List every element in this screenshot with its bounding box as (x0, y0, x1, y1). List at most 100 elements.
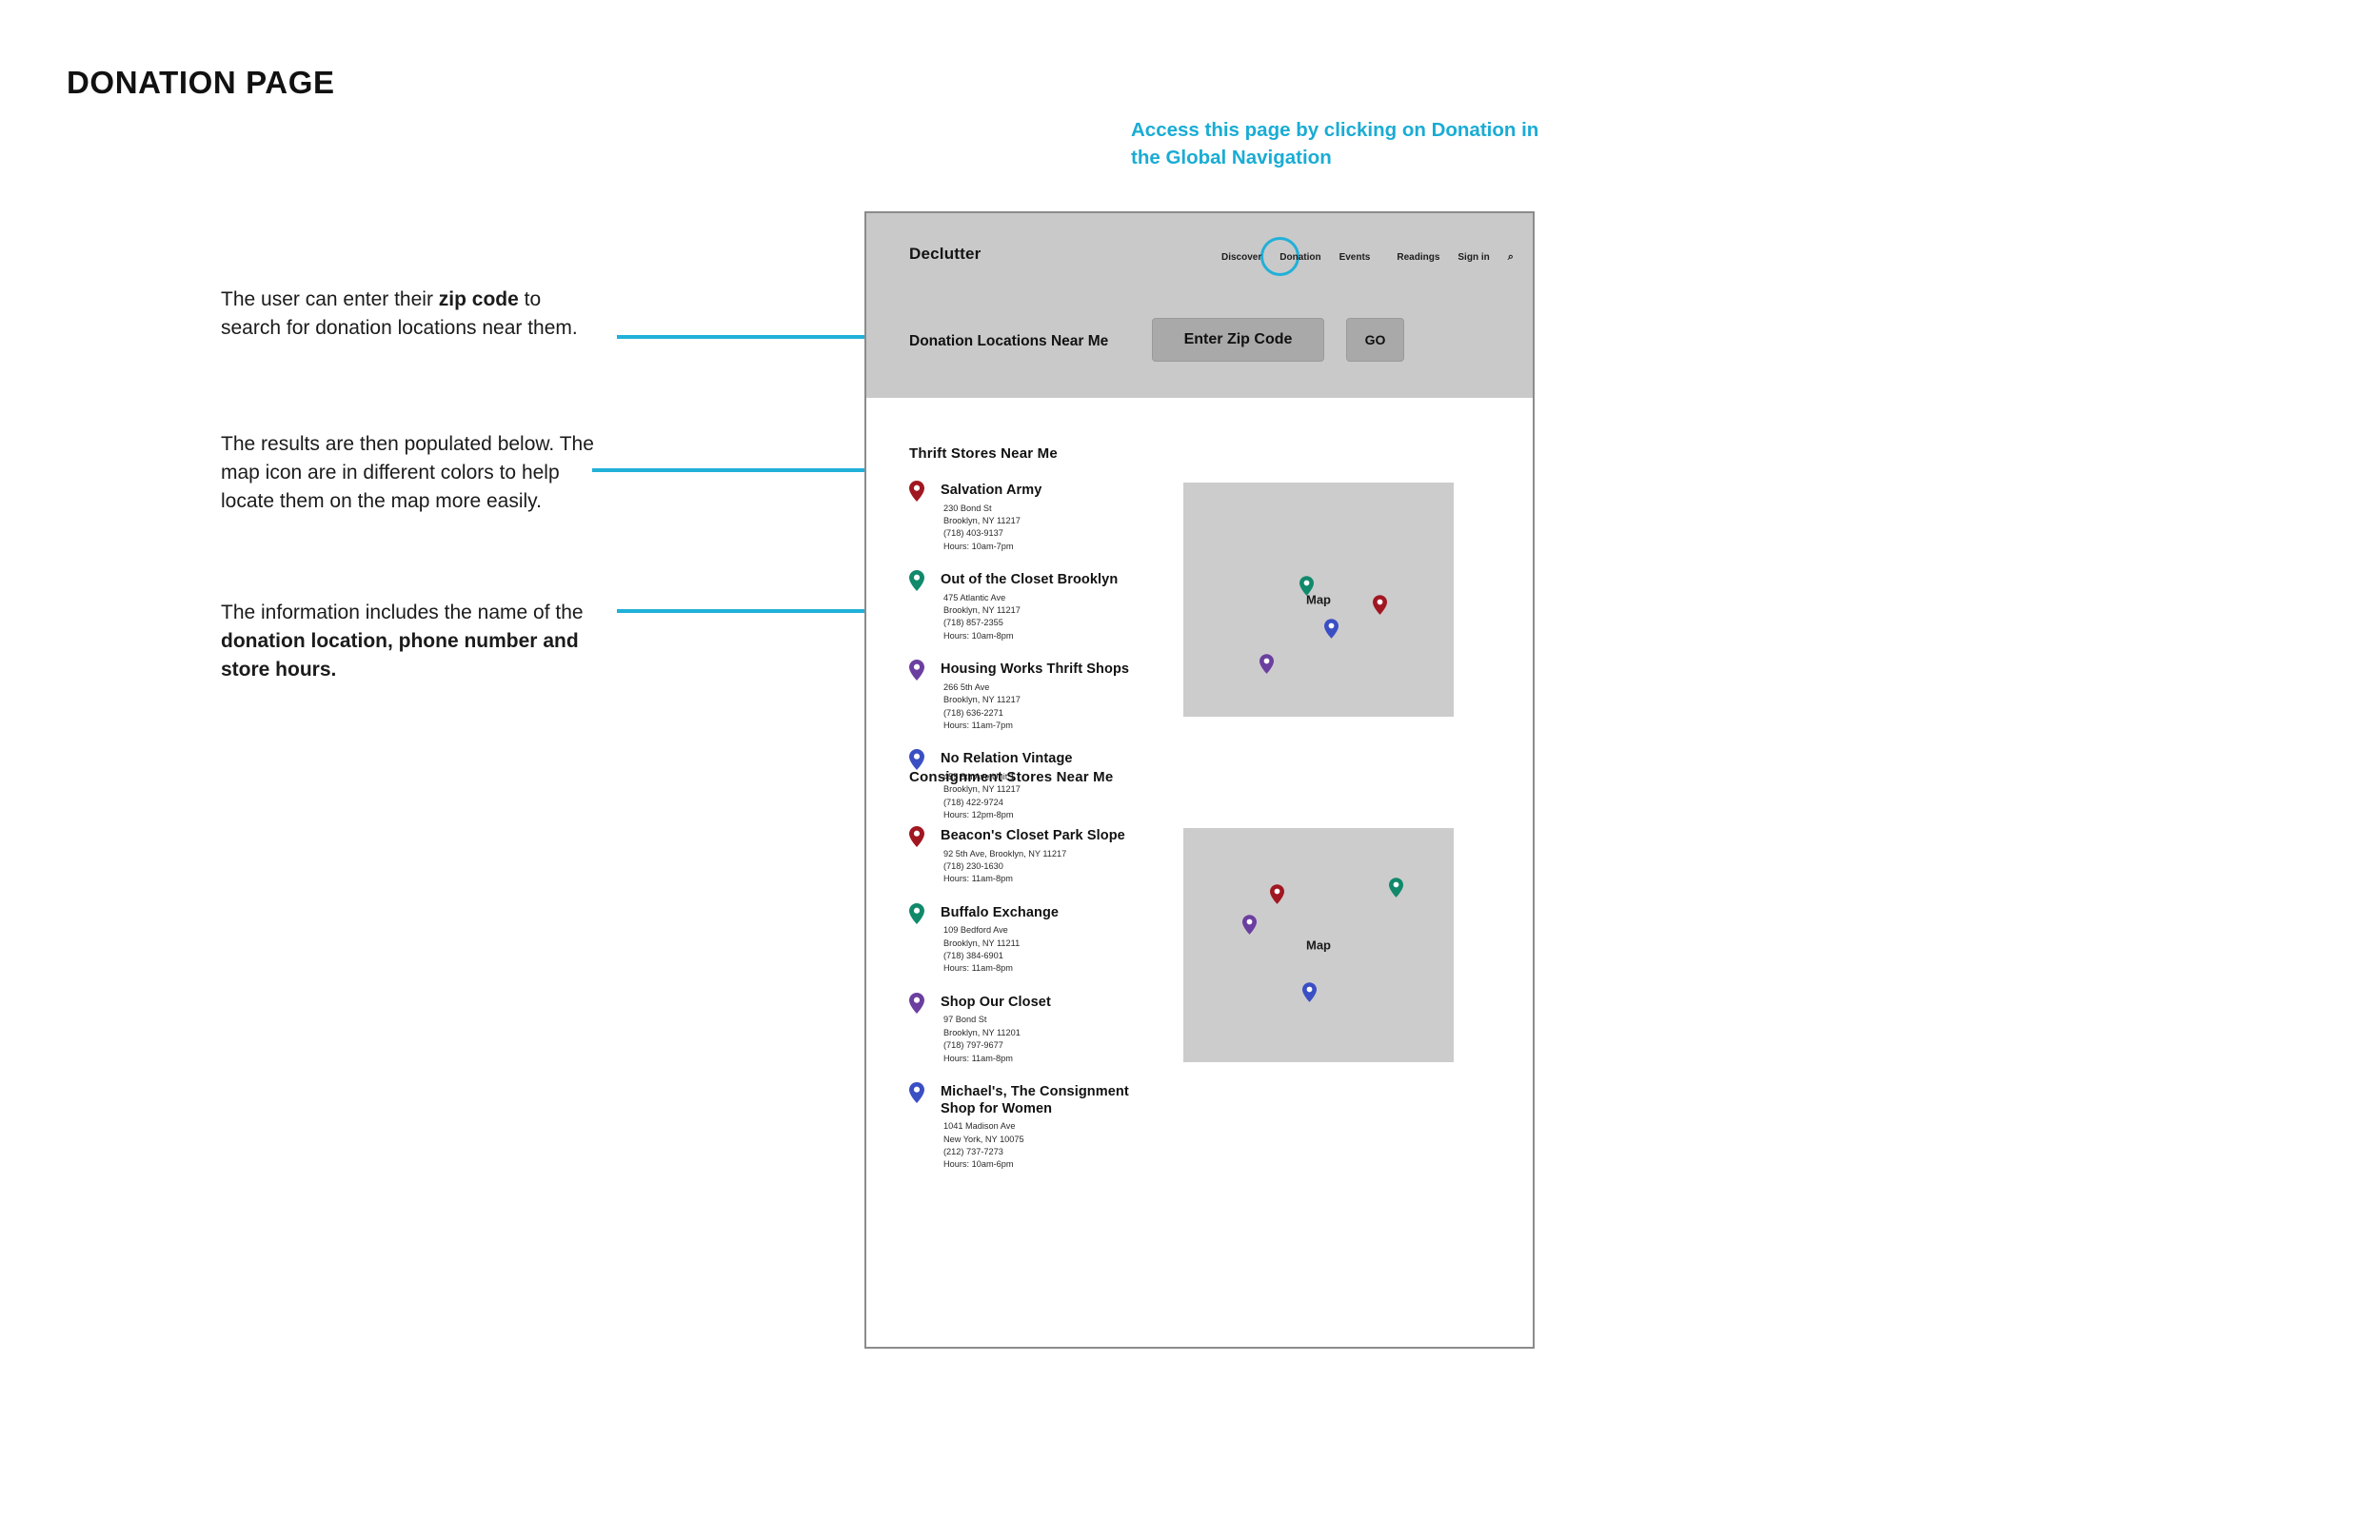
section-thrift-stores: Thrift Stores Near Me Salvation Army 230 … (909, 445, 1518, 819)
map-pin-icon (909, 826, 924, 847)
store-list-item[interactable]: Buffalo Exchange 109 Bedford Ave Brooklyn,… (909, 902, 1157, 976)
nav-item-readings[interactable]: Readings (1394, 250, 1442, 265)
store-name: Buffalo Exchange (941, 904, 1060, 920)
store-name: Shop Our Closet (941, 994, 1051, 1010)
wireframe-canvas: DONATION PAGE Access this page by clicki… (0, 0, 2380, 1540)
store-details: 1041 Madison Ave New York, NY 10075 (212) … (941, 1120, 1157, 1171)
store-detail-line: Brooklyn, NY 11217 (943, 695, 1021, 705)
store-list-item[interactable]: Out of the Closet Brooklyn 475 Atlantic A… (909, 570, 1157, 642)
store-detail-line: (212) 737-7273 (943, 1146, 1003, 1156)
store-details: 266 5th Ave Brooklyn, NY 11217 (718) 636-2… (941, 681, 1157, 732)
map-pin-icon[interactable] (1388, 877, 1403, 898)
store-detail-line: (718) 857-2355 (943, 618, 1003, 628)
store-detail-line: (718) 403-9137 (943, 528, 1003, 539)
store-detail-line: 475 Atlantic Ave (943, 592, 1006, 602)
nav-item-discover[interactable]: Discover (1219, 250, 1264, 265)
annotation-emphasis: donation location, phone number and stor… (221, 630, 579, 681)
section-title: Thrift Stores Near Me (909, 445, 1058, 462)
store-name: No Relation Vintage (941, 751, 1073, 767)
store-detail-line: 266 5th Ave (943, 681, 990, 692)
store-detail-line: (718) 636-2271 (943, 707, 1003, 718)
global-nav-access-note: Access this page by clicking on Donation… (1131, 119, 1539, 169)
map-pin-icon[interactable] (1269, 884, 1284, 904)
store-detail-line: New York, NY 10075 (943, 1134, 1024, 1144)
map-pin-icon[interactable] (1299, 576, 1315, 597)
map-pin-icon (909, 570, 924, 592)
map-pin-icon[interactable] (1242, 915, 1258, 935)
map-label: Map (1306, 938, 1331, 953)
map-pin-icon (909, 1081, 924, 1103)
annotation-text: The information includes the name of the (221, 602, 584, 623)
annotation-text: The results are then populated below. Th… (221, 433, 594, 513)
store-detail-line: Brooklyn, NY 11217 (943, 516, 1021, 526)
store-list: Beacon's Closet Park Slope 92 5th Ave, Br… (909, 826, 1157, 1191)
app-header-band: Declutter Discover Donation Events Readi… (864, 211, 1535, 398)
map-consignment-stores[interactable]: Map (1183, 828, 1454, 1062)
store-detail-line: Hours: 11am-8pm (943, 963, 1013, 974)
store-detail-line: Hours: 11am-7pm (943, 720, 1013, 730)
map-pin-icon[interactable] (1323, 618, 1339, 639)
store-detail-line: (718) 230-1630 (943, 861, 1003, 872)
store-detail-line: Brooklyn, NY 11217 (943, 605, 1021, 616)
map-pin-icon[interactable] (1372, 595, 1387, 615)
annotation-information: The information includes the name of the… (221, 599, 621, 685)
store-list-item[interactable]: Michael's, The Consignment Shop for Wome… (909, 1081, 1157, 1172)
annotation-emphasis: zip code (438, 288, 519, 310)
leader-line-information (617, 609, 872, 613)
store-list-item[interactable]: Beacon's Closet Park Slope 92 5th Ave, Br… (909, 826, 1157, 886)
section-title: Consignment Stores Near Me (909, 769, 1114, 785)
annotation-text: The user can enter their (221, 288, 439, 310)
map-pin-icon (909, 481, 924, 502)
store-detail-line: 92 5th Ave, Brooklyn, NY 11217 (943, 848, 1067, 859)
nav-item-sign-in[interactable]: Sign in (1455, 250, 1492, 265)
page-title: DONATION PAGE (67, 65, 335, 100)
global-navigation[interactable]: Discover Donation Events Readings Sign i… (1219, 249, 1517, 266)
store-detail-line: 1041 Madison Ave (943, 1121, 1016, 1132)
store-name: Beacon's Closet Park Slope (941, 828, 1125, 843)
store-name: Housing Works Thrift Shops (941, 661, 1130, 678)
map-thrift-stores[interactable]: Map (1183, 483, 1454, 717)
map-pin-icon (909, 749, 924, 771)
store-detail-line: 97 Bond St (943, 1015, 987, 1025)
map-pin-icon[interactable] (1259, 653, 1274, 674)
store-detail-line: Hours: 10am-8pm (943, 630, 1014, 641)
map-pin-icon (909, 660, 924, 681)
app-body: Thrift Stores Near Me Salvation Army 230 … (864, 398, 1535, 1349)
nav-item-donation[interactable]: Donation (1277, 250, 1323, 265)
store-detail-line: (718) 384-6901 (943, 951, 1003, 961)
store-detail-line: 230 Bond St (943, 503, 992, 513)
annotation-zip-code: The user can enter their zip code to sea… (221, 286, 602, 343)
annotation-results: The results are then populated below. Th… (221, 430, 602, 517)
app-brand: Declutter (909, 245, 982, 263)
search-icon[interactable]: ⌕ (1505, 249, 1517, 266)
map-pin-icon (909, 902, 924, 924)
store-list-item[interactable]: Housing Works Thrift Shops 266 5th Ave Bro… (909, 660, 1157, 732)
store-detail-line: Hours: 11am-8pm (943, 1053, 1013, 1063)
go-button[interactable]: GO (1346, 318, 1404, 362)
map-pin-icon[interactable] (1301, 982, 1317, 1003)
store-details: 230 Bond St Brooklyn, NY 11217 (718) 403-9… (941, 503, 1157, 553)
store-detail-line: 109 Bedford Ave (943, 925, 1008, 936)
store-list-item[interactable]: Salvation Army 230 Bond St Brooklyn, NY 11… (909, 481, 1157, 553)
map-pin-icon (909, 992, 924, 1014)
store-name: Out of the Closet Brooklyn (941, 572, 1119, 588)
store-list-item[interactable]: Shop Our Closet 97 Bond St Brooklyn, NY 11… (909, 992, 1157, 1065)
store-detail-line: Hours: 10am-7pm (943, 541, 1014, 551)
zip-code-input[interactable]: Enter Zip Code (1152, 318, 1324, 362)
store-detail-line: Hours: 10am-6pm (943, 1159, 1014, 1170)
store-details: 109 Bedford Ave Brooklyn, NY 11211 (718) 3… (941, 924, 1157, 975)
store-detail-line: (718) 797-9677 (943, 1040, 1003, 1051)
leader-line-zip (617, 335, 872, 339)
store-details: 92 5th Ave, Brooklyn, NY 11217 (718) 230-… (941, 848, 1157, 886)
store-details: 475 Atlantic Ave Brooklyn, NY 11217 (718) … (941, 592, 1157, 642)
store-detail-line: Hours: 11am-8pm (943, 874, 1013, 884)
zip-search-label: Donation Locations Near Me (909, 333, 1109, 349)
store-name: Michael's, The Consignment Shop for Wome… (941, 1083, 1129, 1116)
leader-line-results (592, 468, 872, 472)
store-details: 97 Bond St Brooklyn, NY 11201 (718) 797-96… (941, 1014, 1157, 1064)
nav-item-events[interactable]: Events (1337, 250, 1374, 265)
section-consignment-stores: Consignment Stores Near Me Beacon's Clos… (909, 769, 1518, 1169)
store-detail-line: Brooklyn, NY 11211 (943, 938, 1021, 948)
store-name: Salvation Army (941, 483, 1042, 498)
store-detail-line: Brooklyn, NY 11201 (943, 1027, 1021, 1037)
